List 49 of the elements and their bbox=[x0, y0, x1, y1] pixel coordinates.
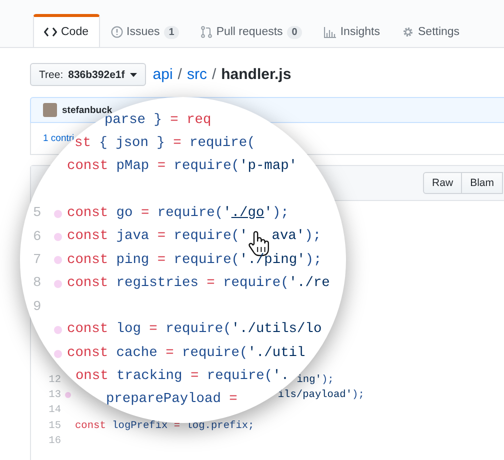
line-number: 13 bbox=[48, 388, 61, 401]
breadcrumb-link[interactable]: src bbox=[186, 66, 207, 83]
commit-author[interactable]: stefanbuck bbox=[62, 104, 112, 116]
count-badge: 1 bbox=[164, 26, 180, 38]
line-number: 5 bbox=[33, 206, 42, 222]
line-number: 8 bbox=[33, 276, 42, 292]
code-line: const go = require('./go'); bbox=[67, 206, 289, 221]
code-line: const log = require('./utils/lo bbox=[67, 323, 322, 338]
code-line: onst tracking = require('. bbox=[75, 370, 290, 384]
pull-request-icon bbox=[201, 26, 212, 38]
bar-chart-icon bbox=[324, 26, 336, 38]
count-badge: 0 bbox=[286, 26, 302, 38]
code-line: const java = require(' bbox=[67, 230, 248, 244]
code-line: ils/payload'); bbox=[278, 388, 364, 401]
line-number: 9 bbox=[33, 300, 42, 315]
repo-tab[interactable]: Insights bbox=[313, 14, 391, 48]
line-number: 12 bbox=[48, 374, 61, 386]
code-line: st { json } = require( bbox=[74, 137, 256, 151]
settings-icon bbox=[402, 26, 414, 38]
breadcrumb-separator: / bbox=[178, 66, 182, 83]
line-number: 16 bbox=[48, 434, 61, 447]
caret-icon bbox=[130, 72, 137, 76]
branch-select-button[interactable]: Tree: 836b392e1f bbox=[30, 63, 146, 86]
breadcrumb-separator: / bbox=[212, 66, 216, 83]
code-line: const pMap = require('p-map' bbox=[67, 160, 298, 174]
file-name: handler.js bbox=[221, 66, 292, 83]
repo-tab[interactable]: Pull requests 0 bbox=[190, 14, 314, 48]
code-line: const cache = require('./util bbox=[67, 346, 306, 360]
line-number: 7 bbox=[33, 252, 42, 268]
code-line: const ping = require('./ping'); bbox=[67, 254, 322, 268]
code-icon bbox=[44, 27, 57, 37]
contributors-link[interactable]: 1 contri bbox=[43, 133, 74, 144]
line-number: 15 bbox=[48, 420, 61, 432]
code-line: preparePayload = bbox=[106, 393, 238, 408]
repo-tab[interactable]: Code bbox=[33, 14, 100, 48]
breadcrumb-link[interactable]: api bbox=[152, 66, 173, 83]
file-action-button[interactable]: Raw bbox=[423, 172, 462, 194]
code-line: ava'); bbox=[272, 230, 322, 244]
repo-tab[interactable]: Settings bbox=[391, 14, 471, 48]
issue-icon bbox=[110, 26, 122, 38]
repo-tab[interactable]: Issues 1 bbox=[100, 14, 190, 48]
avatar-placeholder bbox=[43, 103, 57, 117]
file-action-button[interactable]: Blam bbox=[462, 172, 503, 194]
code-line: const logPrefix = log.prefix; bbox=[75, 420, 254, 432]
code-line: ing'); bbox=[296, 374, 334, 386]
code-line: const registries = require('./re bbox=[67, 276, 330, 291]
line-number: 6 bbox=[33, 230, 42, 245]
code-line: parse } = req bbox=[104, 114, 212, 128]
line-number: 14 bbox=[48, 404, 61, 416]
